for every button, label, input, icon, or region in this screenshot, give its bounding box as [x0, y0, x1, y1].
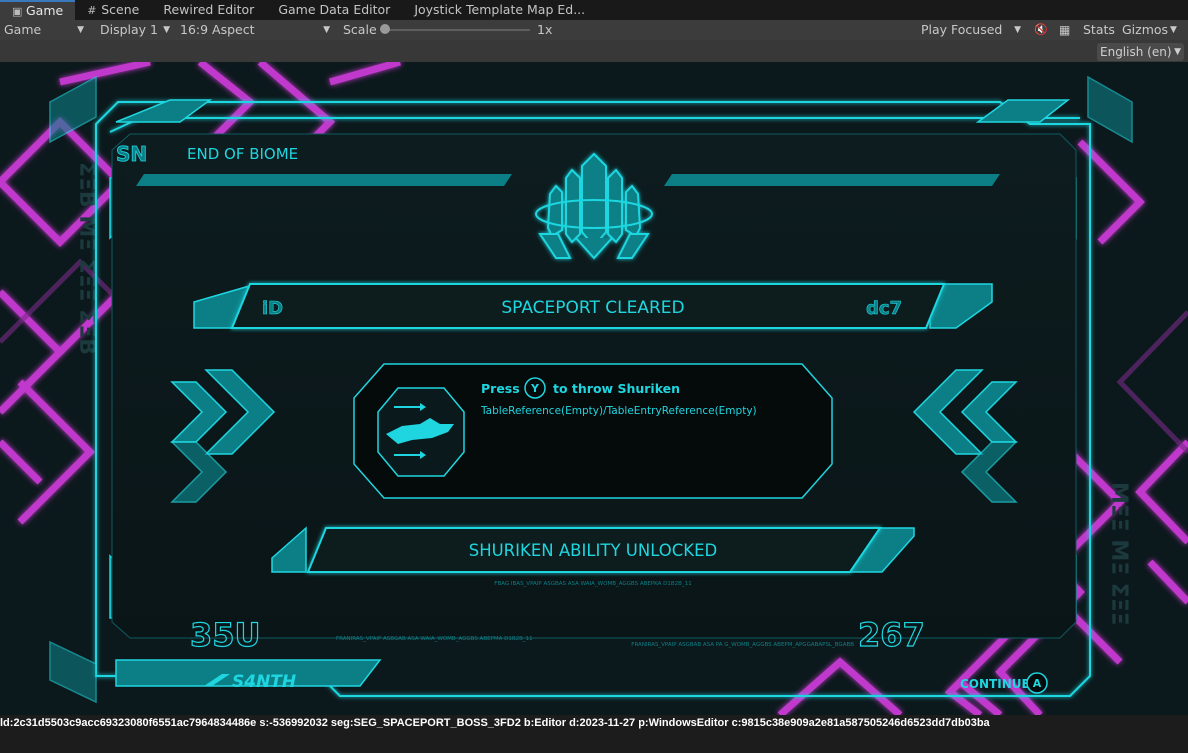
brand-text: S4NTH — [232, 672, 296, 692]
display-dropdown[interactable]: Display 1 ▼ — [100, 20, 174, 40]
banner-glyph-right: dc7 — [866, 298, 902, 319]
micro-text-right: FRANIRAS_VPAIP ASGBAB ASA PA G_WOMB_AGGB… — [631, 642, 854, 648]
aspect-dropdown[interactable]: 16:9 Aspect ▼ — [180, 20, 334, 40]
throw-label: to throw Shuriken — [553, 381, 680, 396]
chevron-down-icon: ▼ — [1174, 47, 1181, 57]
gamepad-icon: ▣ — [12, 5, 23, 18]
build-info-text: ld:2c31d5503c9acc69323080f6551ac79648344… — [0, 717, 990, 729]
y-button-glyph: Y — [530, 382, 540, 395]
game-view-toolbar: Game ▼ Display 1 ▼ 16:9 Aspect ▼ Scale 1x P… — [0, 20, 1188, 40]
biome-header: SN END OF BIOME — [116, 142, 299, 167]
gizmos-button[interactable]: Gizmos — [1122, 20, 1168, 40]
background-glyphs-right: ΜΞΞ ΜΞ ΣΞΞ — [1106, 482, 1131, 626]
view-dropdown[interactable]: Game ▼ — [4, 20, 88, 40]
scale-slider-handle[interactable] — [380, 24, 390, 34]
spaceport-banner: iD SPACEPORT CLEARED dc7 — [193, 283, 993, 329]
grid-icon: # — [87, 4, 97, 17]
press-label: Press — [481, 381, 520, 396]
scale-label: Scale — [343, 22, 377, 37]
chevron-down-icon: ▼ — [1014, 25, 1021, 35]
stats-button[interactable]: Stats — [1083, 20, 1115, 40]
banner-glyph-left: iD — [262, 298, 283, 319]
unlock-label: SHURIKEN ABILITY UNLOCKED — [469, 541, 718, 560]
header-glyph: SN — [116, 142, 147, 166]
chevron-down-icon: ▼ — [77, 25, 84, 35]
editor-tab-bar: ▣ Game # Scene Rewired Editor Game Data Ed… — [0, 0, 1188, 20]
biome-label: END OF BIOME — [187, 145, 298, 163]
a-button-glyph: A — [1033, 677, 1042, 690]
chevron-down-icon: ▼ — [323, 25, 330, 35]
grid-layout-icon[interactable]: ▦ — [1059, 20, 1070, 40]
mute-audio-icon[interactable]: 🔇 — [1034, 20, 1048, 40]
corner-glyph-right: 267 — [858, 616, 925, 654]
banner-title: SPACEPORT CLEARED — [501, 298, 684, 318]
table-reference-text: TableReference(Empty)/TableEntryReferenc… — [480, 405, 757, 417]
language-strip — [0, 40, 1188, 62]
scale-slider-track[interactable] — [382, 29, 530, 31]
micro-text-center: FBAG IBAS_VPAIP ASGBAS ASA WAIA_WOMB_AGG… — [494, 581, 691, 587]
tab-game[interactable]: ▣ Game — [0, 0, 76, 20]
micro-text-left: FRANIRAS_VPAIP ASBGAB ASA WAIA_WOMB_AGGB… — [336, 636, 533, 642]
game-viewport: ΣΞΒ ΜΞ ΣΞΞ ΣΞΒ ΜΞΞ ΜΞ ΣΞΞ SN END OF BIOM… — [0, 62, 1188, 715]
tab-joystick-template-map-editor[interactable]: Joystick Template Map Ed... — [402, 0, 597, 20]
scale-value: 1x — [537, 22, 553, 37]
tab-rewired-editor[interactable]: Rewired Editor — [151, 0, 266, 20]
corner-glyph-left: 35U — [190, 616, 261, 654]
chevron-down-icon[interactable]: ▼ — [1170, 20, 1177, 40]
continue-label: CONTINUE — [960, 677, 1030, 691]
end-of-biome-screen: ΣΞΒ ΜΞ ΣΞΞ ΣΞΒ ΜΞΞ ΜΞ ΣΞΞ SN END OF BIOM… — [0, 62, 1188, 715]
chevron-down-icon: ▼ — [163, 25, 170, 35]
play-mode-dropdown[interactable]: Play Focused ▼ — [921, 20, 1025, 40]
tab-game-data-editor[interactable]: Game Data Editor — [266, 0, 402, 20]
ability-info-panel: Press Y to throw Shuriken TableReference… — [353, 363, 833, 499]
tab-scene[interactable]: # Scene — [75, 0, 151, 20]
language-dropdown[interactable]: English (en) ▼ — [1097, 43, 1184, 61]
